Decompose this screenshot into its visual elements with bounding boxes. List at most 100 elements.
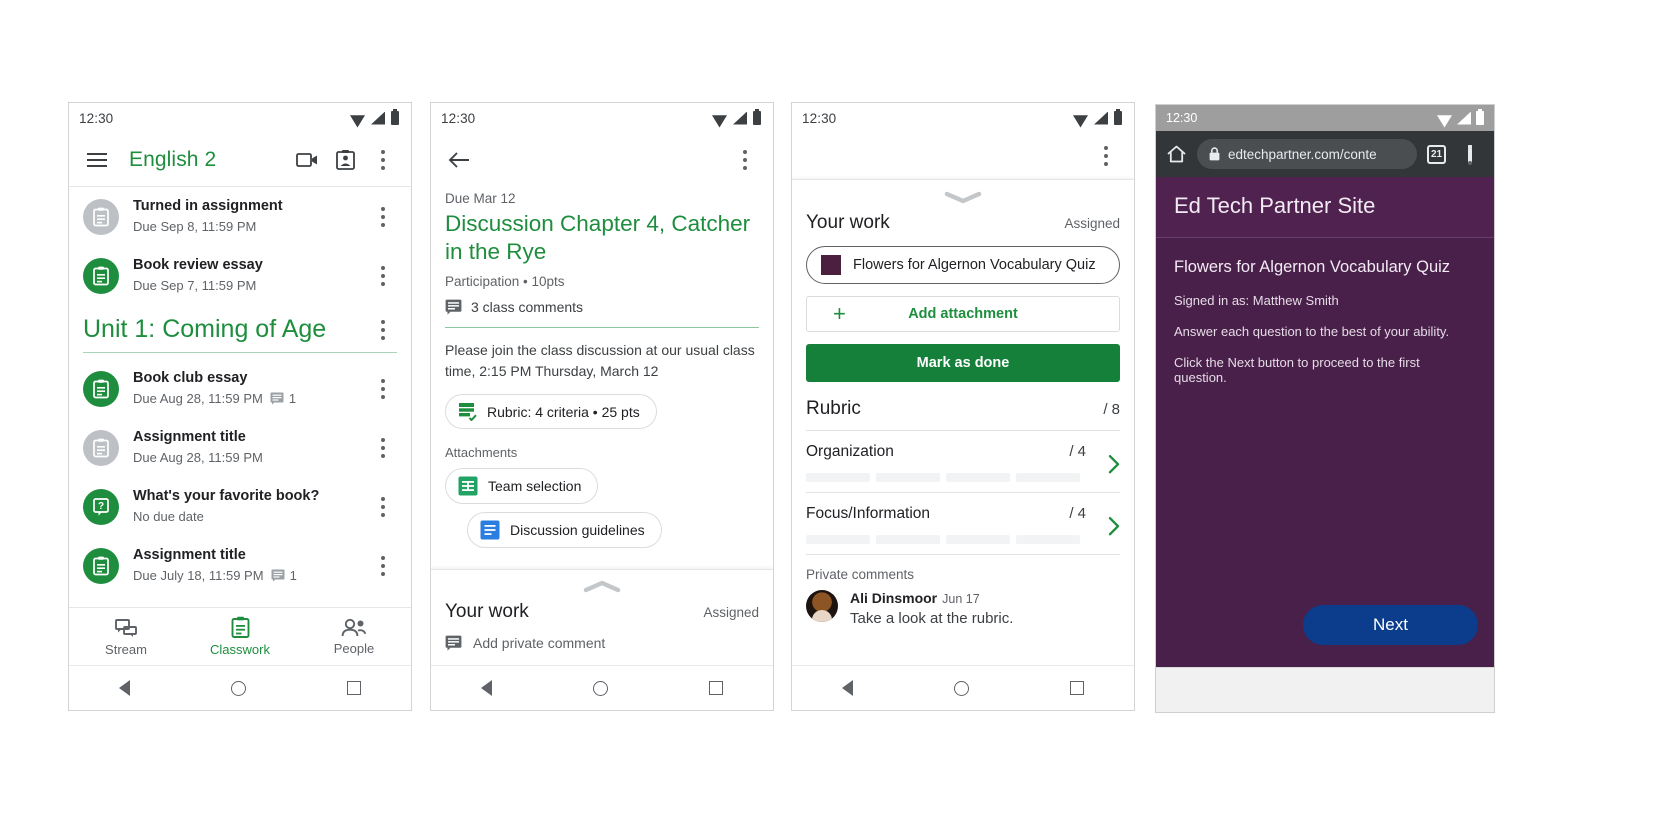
chevron-down-icon xyxy=(944,191,982,204)
assignment-body-area: Please join the class discussion at our … xyxy=(431,340,773,549)
tab-label: Classwork xyxy=(210,642,270,657)
kebab-menu-icon[interactable] xyxy=(731,146,759,174)
recents-nav-icon[interactable] xyxy=(1069,681,1084,695)
signal-icon xyxy=(733,111,747,125)
kebab-menu-icon[interactable] xyxy=(1092,142,1120,170)
assignment-icon xyxy=(83,257,119,294)
class-comments-row[interactable]: 3 class comments xyxy=(445,299,759,315)
rubric-criterion-row[interactable]: Organization / 4 xyxy=(792,431,1134,492)
class-drive-folder-icon[interactable] xyxy=(331,146,359,174)
home-nav-icon[interactable] xyxy=(592,680,608,696)
tab-count-icon[interactable]: 21 xyxy=(1427,144,1446,164)
next-button[interactable]: Next xyxy=(1303,605,1478,645)
list-item[interactable]: ? What's your favorite book? No due date xyxy=(69,477,411,536)
hamburger-menu-icon[interactable] xyxy=(83,146,111,174)
back-arrow-icon[interactable] xyxy=(445,146,473,174)
work-attachment-chip[interactable]: Flowers for Algernon Vocabulary Quiz xyxy=(806,246,1120,284)
list-item-title: What's your favorite book? xyxy=(133,488,320,505)
chevron-right-icon[interactable] xyxy=(1107,453,1122,475)
your-work-header: Your work Assigned xyxy=(431,595,773,623)
wifi-icon xyxy=(350,113,365,124)
tab-label: Stream xyxy=(105,641,147,657)
status-clock: 12:30 xyxy=(1166,111,1198,125)
assignment-detail-header: Due Mar 12 Discussion Chapter 4, Catcher… xyxy=(431,191,773,315)
top-assignment-list: Turned in assignment Due Sep 8, 11:59 PM… xyxy=(69,187,411,305)
list-item-text: Book club essay Due Aug 28, 11:59 PM 1 xyxy=(133,369,355,408)
phone-your-work-rubric: 12:30 Your work Assigned Flowers for Alg… xyxy=(791,102,1135,711)
status-bar: 12:30 xyxy=(1156,105,1494,131)
attachment-chip[interactable]: Discussion guidelines xyxy=(467,512,662,549)
url-text: edtechpartner.com/conte xyxy=(1228,146,1377,162)
list-item[interactable]: Assignment title Due Aug 28, 11:59 PM xyxy=(69,418,411,477)
kebab-menu-icon[interactable] xyxy=(369,316,397,344)
assignment-meta: Participation • 10pts xyxy=(445,274,565,290)
svg-text:?: ? xyxy=(98,501,104,512)
comment-date: Jun 17 xyxy=(942,592,980,606)
next-button-label: Next xyxy=(1373,615,1408,634)
rubric-chip[interactable]: Rubric: 4 criteria • 25 pts xyxy=(445,394,657,430)
rubric-criterion-row[interactable]: Focus/Information / 4 xyxy=(792,493,1134,554)
comment-count: 1 xyxy=(288,390,297,406)
home-icon[interactable] xyxy=(1166,144,1187,164)
home-nav-icon[interactable] xyxy=(230,680,246,696)
list-item-text: Assignment title Due July 18, 11:59 PM 1 xyxy=(133,546,355,585)
due-date-text: No due date xyxy=(133,508,204,524)
back-nav-icon[interactable] xyxy=(842,680,854,696)
kebab-menu-icon[interactable] xyxy=(1456,140,1484,168)
attachment-name: Discussion guidelines xyxy=(510,522,645,539)
site-title: Ed Tech Partner Site xyxy=(1174,193,1376,218)
comment-icon xyxy=(271,569,285,582)
list-item-text: Assignment title Due Aug 28, 11:59 PM xyxy=(133,428,355,467)
tab-count-value: 21 xyxy=(1430,148,1443,160)
your-work-sheet: Your work Assigned Flowers for Algernon … xyxy=(792,179,1134,665)
home-nav-icon[interactable] xyxy=(953,680,969,696)
list-item-title: Book club essay xyxy=(133,370,248,387)
kebab-menu-icon[interactable] xyxy=(369,493,397,521)
recents-nav-icon[interactable] xyxy=(708,681,723,695)
due-date-text: Due July 18, 11:59 PM xyxy=(133,567,264,583)
back-nav-icon[interactable] xyxy=(119,680,131,696)
kebab-menu-icon[interactable] xyxy=(369,375,397,403)
sheet-collapse-handle[interactable] xyxy=(792,180,1134,208)
comment-icon xyxy=(445,635,462,651)
tab-stream[interactable]: Stream xyxy=(69,617,183,657)
address-bar[interactable]: edtechpartner.com/conte xyxy=(1197,139,1417,169)
add-attachment-button[interactable]: + Add attachment xyxy=(806,296,1120,332)
section-title: Unit 1: Coming of Age xyxy=(83,315,327,344)
kebab-menu-icon[interactable] xyxy=(369,203,397,231)
kebab-menu-icon[interactable] xyxy=(369,552,397,580)
assignment-icon xyxy=(83,547,119,584)
signal-icon xyxy=(1094,111,1108,125)
list-item[interactable]: Book club essay Due Aug 28, 11:59 PM 1 xyxy=(69,359,411,418)
criterion-score: / 4 xyxy=(1069,505,1086,522)
tab-classwork[interactable]: Classwork xyxy=(183,616,297,657)
add-private-comment-row[interactable]: Add private comment xyxy=(431,623,773,665)
chevron-right-icon[interactable] xyxy=(1107,515,1122,537)
lock-icon xyxy=(1209,147,1220,161)
back-nav-icon[interactable] xyxy=(481,680,493,696)
app-bar xyxy=(792,133,1134,179)
rubric-title: Rubric xyxy=(806,398,861,419)
list-item[interactable]: Turned in assignment Due Sep 8, 11:59 PM xyxy=(69,187,411,246)
tab-people[interactable]: People xyxy=(297,618,411,656)
recents-nav-icon[interactable] xyxy=(346,681,361,695)
assignment-description: Please join the class discussion at our … xyxy=(445,342,755,380)
video-camera-icon[interactable] xyxy=(293,146,321,174)
list-item-title: Assignment title xyxy=(133,429,246,446)
list-item[interactable]: Assignment title Due July 18, 11:59 PM 1 xyxy=(69,536,411,595)
system-navigation-bar xyxy=(69,665,411,710)
instruction-line-2: Click the Next button to proceed to the … xyxy=(1174,355,1420,385)
attachment-chip[interactable]: Team selection xyxy=(445,468,599,505)
kebab-menu-icon[interactable] xyxy=(369,262,397,290)
signal-icon xyxy=(371,111,385,125)
your-work-status: Assigned xyxy=(1064,216,1120,231)
kebab-menu-icon[interactable] xyxy=(369,146,397,174)
kebab-menu-icon[interactable] xyxy=(369,434,397,462)
list-item[interactable]: Book review essay Due Sep 7, 11:59 PM xyxy=(69,246,411,305)
wifi-icon xyxy=(1437,113,1452,124)
status-bar: 12:30 xyxy=(431,103,773,133)
your-work-status: Assigned xyxy=(703,605,759,620)
mark-as-done-label: Mark as done xyxy=(916,355,1010,371)
mark-as-done-button[interactable]: Mark as done xyxy=(806,344,1120,382)
sheet-expand-handle[interactable] xyxy=(431,574,773,595)
